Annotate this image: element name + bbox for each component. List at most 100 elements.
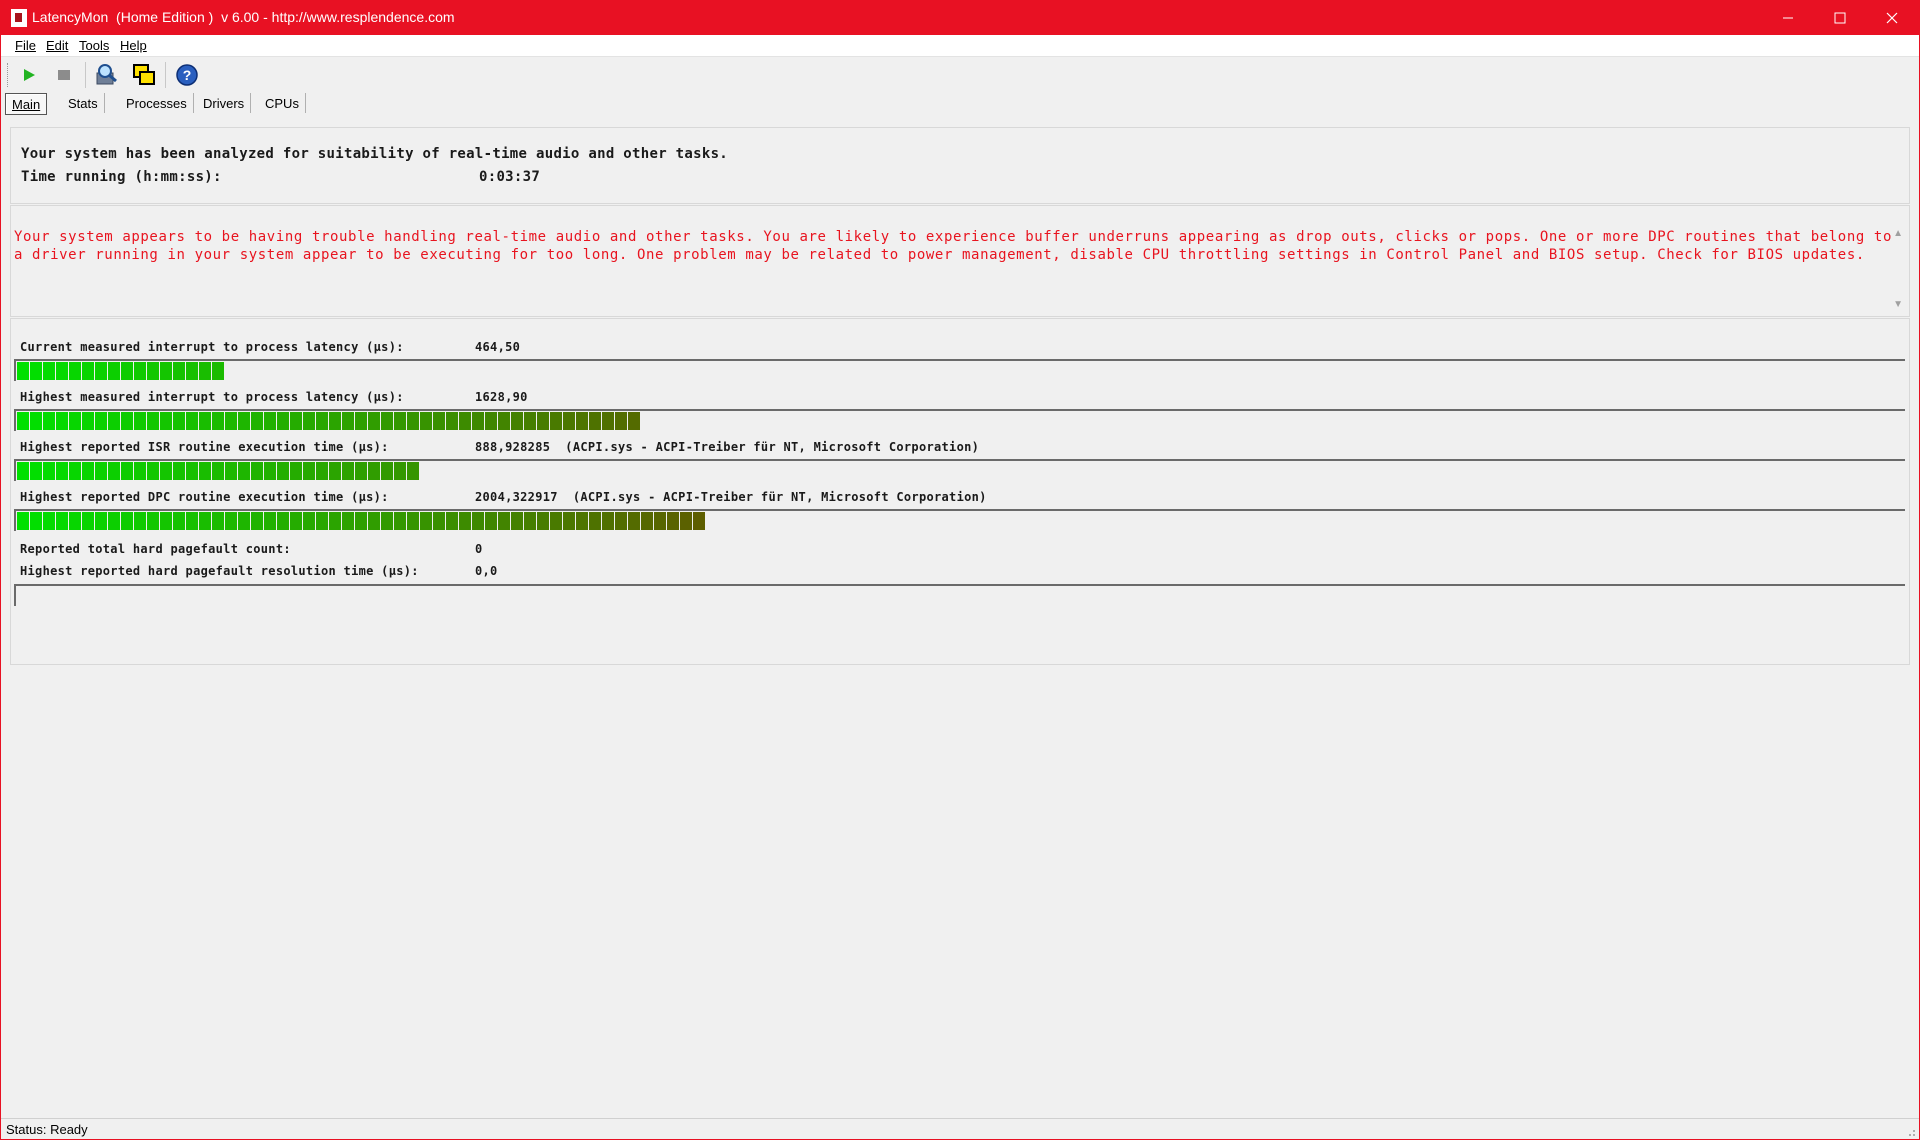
- menu-help[interactable]: Help: [120, 38, 147, 53]
- bar-segment: [43, 412, 55, 430]
- bar-segment: [56, 462, 68, 480]
- status-text: Status: Ready: [6, 1122, 88, 1137]
- bar-segment: [147, 412, 159, 430]
- bar-segment: [43, 462, 55, 480]
- bar-segment: [485, 412, 497, 430]
- highest-isr-fill: [17, 462, 420, 480]
- minimize-button[interactable]: [1762, 0, 1814, 35]
- bar-segment: [238, 512, 250, 530]
- bar-segment: [563, 412, 575, 430]
- bar-segment: [160, 512, 172, 530]
- maximize-button[interactable]: [1814, 0, 1866, 35]
- bar-segment: [615, 412, 627, 430]
- current-latency-value: 464,50: [475, 340, 521, 354]
- help-button[interactable]: ?: [174, 62, 200, 88]
- pagefault-time-value: 0,0: [475, 564, 498, 578]
- bar-segment: [329, 412, 341, 430]
- menu-file-label: File: [15, 38, 36, 53]
- toolbar-grip[interactable]: [7, 63, 10, 87]
- tab-drivers[interactable]: Drivers: [197, 93, 252, 113]
- bar-segment: [381, 462, 393, 480]
- bar-segment: [316, 412, 328, 430]
- bar-segment: [173, 362, 185, 380]
- bar-segment: [381, 412, 393, 430]
- tab-cpus[interactable]: CPUs: [259, 93, 306, 113]
- pagefault-count-label: Reported total hard pagefault count:: [20, 542, 291, 556]
- bar-segment: [212, 512, 224, 530]
- bar-segment: [186, 462, 198, 480]
- bar-segment: [355, 462, 367, 480]
- scroll-down-icon[interactable]: ▼: [1893, 299, 1903, 310]
- menu-file[interactable]: File: [15, 38, 36, 53]
- bar-segment: [134, 362, 146, 380]
- bar-segment: [407, 512, 419, 530]
- bar-segment: [550, 412, 562, 430]
- bar-segment: [95, 512, 107, 530]
- bar-segment: [407, 462, 419, 480]
- tab-stats[interactable]: Stats: [62, 93, 105, 113]
- svg-text:?: ?: [183, 67, 192, 83]
- start-button[interactable]: [16, 62, 42, 88]
- bar-segment: [30, 512, 42, 530]
- bar-segment: [108, 462, 120, 480]
- bar-segment: [147, 512, 159, 530]
- bar-segment: [537, 412, 549, 430]
- menu-tools[interactable]: Tools: [79, 38, 109, 53]
- highest-dpc-bar: [14, 509, 1905, 531]
- current-latency-label: Current measured interrupt to process la…: [20, 340, 404, 354]
- menu-help-label: Help: [120, 38, 147, 53]
- bar-segment: [355, 412, 367, 430]
- bar-segment: [69, 462, 81, 480]
- bar-segment: [43, 512, 55, 530]
- bar-segment: [212, 462, 224, 480]
- bar-segment: [290, 462, 302, 480]
- scroll-up-icon[interactable]: ▲: [1893, 228, 1903, 239]
- time-running-label: Time running (h:mm:ss):: [21, 169, 222, 185]
- bar-segment: [693, 512, 705, 530]
- bar-segment: [511, 512, 523, 530]
- pagefault-time-label: Highest reported hard pagefault resoluti…: [20, 564, 419, 578]
- warning-message: Your system appears to be having trouble…: [14, 229, 1892, 263]
- bar-segment: [95, 362, 107, 380]
- bar-segment: [576, 412, 588, 430]
- window-title: LatencyMon (Home Edition ) v 6.00 - http…: [32, 9, 455, 25]
- windows-button[interactable]: [131, 62, 157, 88]
- bar-segment: [407, 412, 419, 430]
- bar-segment: [95, 412, 107, 430]
- title-bar[interactable]: LatencyMon (Home Edition ) v 6.00 - http…: [0, 0, 1920, 35]
- bar-segment: [446, 512, 458, 530]
- tab-main[interactable]: Main: [5, 93, 48, 115]
- bar-segment: [381, 512, 393, 530]
- bar-segment: [589, 512, 601, 530]
- warning-panel[interactable]: Your system appears to be having trouble…: [10, 205, 1910, 317]
- resize-grip-icon[interactable]: [1906, 1127, 1916, 1137]
- find-driver-button[interactable]: [94, 62, 120, 88]
- bar-segment: [186, 512, 198, 530]
- tab-main-label: Main: [12, 96, 41, 112]
- bar-segment: [368, 412, 380, 430]
- current-latency-fill: [17, 362, 225, 380]
- menu-edit[interactable]: Edit: [46, 38, 68, 53]
- bar-segment: [17, 362, 29, 380]
- windows-icon: [133, 64, 155, 85]
- bar-segment: [56, 362, 68, 380]
- bar-segment: [511, 412, 523, 430]
- bar-segment: [108, 412, 120, 430]
- help-icon: ?: [176, 64, 198, 86]
- bar-segment: [264, 412, 276, 430]
- highest-dpc-fill: [17, 512, 706, 530]
- bar-segment: [329, 462, 341, 480]
- bar-segment: [641, 512, 653, 530]
- app-icon: [11, 9, 27, 27]
- bar-segment: [69, 412, 81, 430]
- tab-processes[interactable]: Processes: [120, 93, 194, 113]
- close-button[interactable]: [1866, 0, 1918, 35]
- bar-segment: [446, 412, 458, 430]
- bar-segment: [667, 512, 679, 530]
- stop-button[interactable]: [51, 62, 77, 88]
- bar-segment: [550, 512, 562, 530]
- bar-segment: [30, 462, 42, 480]
- bar-segment: [524, 512, 536, 530]
- bar-segment: [329, 512, 341, 530]
- bar-segment: [30, 412, 42, 430]
